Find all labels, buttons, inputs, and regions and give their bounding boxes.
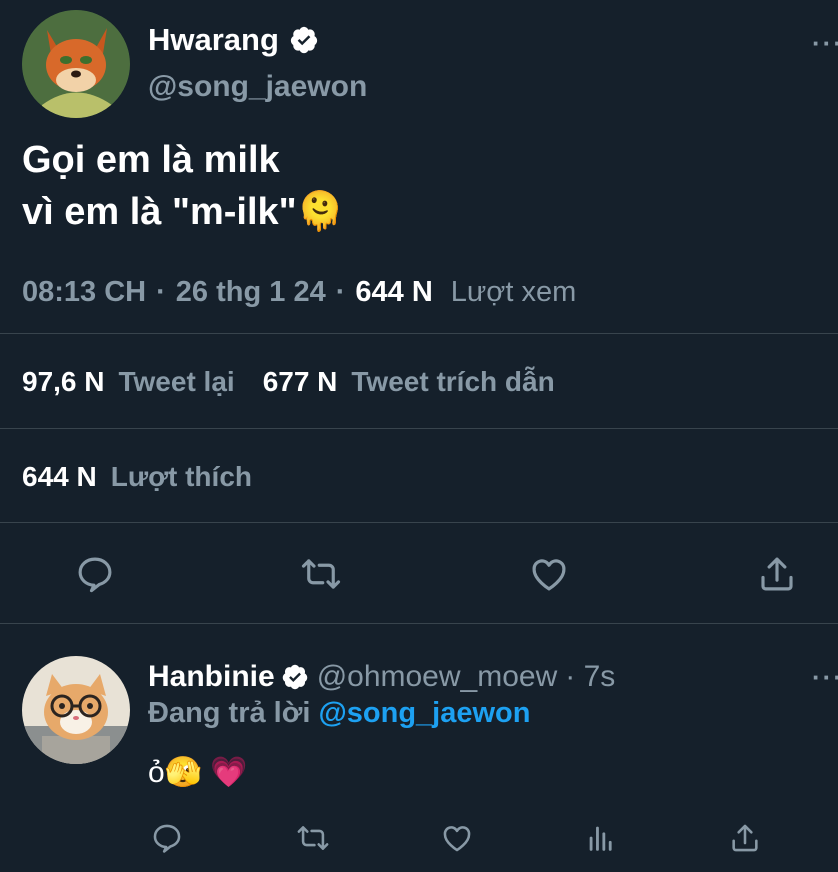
replying-prefix: Đang trả lời <box>148 697 311 729</box>
reply-more-options-icon[interactable]: ··· <box>812 662 838 693</box>
reply-author-name[interactable]: Hanbinie <box>148 660 275 694</box>
reply-time[interactable]: · 7s <box>565 660 615 694</box>
reply-author-handle[interactable]: @ohmoew_moew <box>317 660 558 694</box>
divider <box>0 623 838 624</box>
tweet-meta: 08:13 CH · 26 thg 1 24 · 644 N Lượt xem <box>22 276 576 309</box>
tweet-text-line-1: Gọi em là milk <box>22 139 280 181</box>
analytics-icon[interactable] <box>584 821 618 855</box>
verified-badge-icon <box>281 663 309 691</box>
author-handle[interactable]: @song_jaewon <box>148 70 367 104</box>
author-name[interactable]: Hwarang <box>148 22 279 58</box>
tweet-text-line-2-content: vì em là "m-ilk" <box>22 191 297 233</box>
author-name-row[interactable]: Hwarang <box>148 22 319 58</box>
divider <box>0 522 838 523</box>
reply-text: ỏ🫣 💗 <box>148 755 248 790</box>
reply-like-icon[interactable] <box>440 821 474 855</box>
retweet-icon[interactable] <box>300 553 342 595</box>
reply-text-content: ỏ <box>148 756 165 789</box>
tweet-time[interactable]: 08:13 CH <box>22 276 146 309</box>
divider <box>0 428 838 429</box>
retweet-stats: 97,6 N Tweet lại 677 N Tweet trích dẫn <box>22 366 555 398</box>
views-count: 644 N <box>355 276 433 308</box>
divider <box>0 333 838 334</box>
quotes-count[interactable]: 677 N <box>263 366 338 398</box>
replying-mention[interactable]: @song_jaewon <box>318 697 530 729</box>
retweets-label[interactable]: Tweet lại <box>119 366 235 398</box>
like-stats: 644 N Lượt thích <box>22 461 252 493</box>
tweet-date[interactable]: 26 thg 1 24 <box>176 276 326 309</box>
tweet-text: Gọi em là milk vì em là "m-ilk"🫠 <box>22 134 344 238</box>
author-avatar[interactable] <box>22 10 130 118</box>
meta-separator: · <box>335 276 346 308</box>
reply-reply-icon[interactable] <box>150 821 184 855</box>
retweets-count[interactable]: 97,6 N <box>22 366 105 398</box>
replying-to: Đang trả lời @song_jaewon <box>148 697 530 730</box>
quotes-label[interactable]: Tweet trích dẫn <box>351 366 554 398</box>
tweet-text-line-2: vì em là "m-ilk"🫠 <box>22 186 344 238</box>
reply-header: Hanbinie @ohmoew_moew · 7s <box>148 660 615 694</box>
likes-label[interactable]: Lượt thích <box>111 461 252 493</box>
verified-badge-icon <box>289 25 319 55</box>
views-label: Lượt xem <box>450 276 577 308</box>
reply-retweet-icon[interactable] <box>296 821 330 855</box>
likes-count[interactable]: 644 N <box>22 461 97 493</box>
like-icon[interactable] <box>528 553 570 595</box>
meta-separator: · <box>156 276 166 308</box>
reply-icon[interactable] <box>74 553 116 595</box>
melting-face-emoji: 🫠 <box>296 191 345 233</box>
more-options-icon[interactable]: ··· <box>812 28 838 59</box>
reply-share-icon[interactable] <box>728 821 762 855</box>
reply-emojis: 🫣 💗 <box>164 756 248 789</box>
reply-author-avatar[interactable] <box>22 656 130 764</box>
share-icon[interactable] <box>756 553 798 595</box>
